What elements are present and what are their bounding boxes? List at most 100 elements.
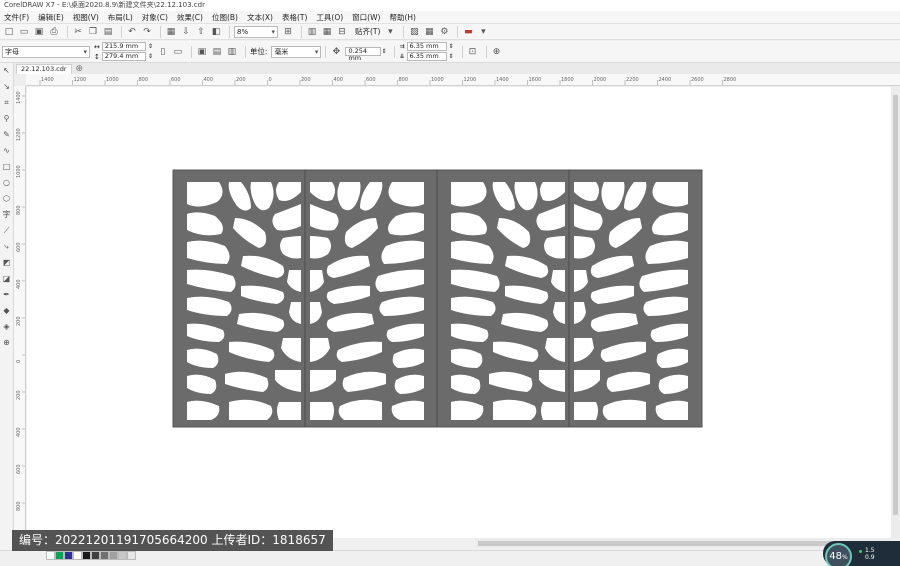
palette-swatch[interactable] — [109, 551, 118, 560]
new-icon[interactable]: □ — [3, 26, 15, 38]
polygon-tool-icon[interactable]: ⬡ — [1, 193, 12, 204]
smart-fill-icon[interactable]: ◈ — [1, 321, 12, 332]
spinner-icon[interactable]: ⇕ — [148, 43, 153, 50]
rectangle-tool-icon[interactable]: □ — [1, 161, 12, 172]
palette-swatch[interactable] — [100, 551, 109, 560]
redo-icon[interactable]: ↷ — [141, 26, 153, 38]
export-icon[interactable]: ⇧ — [195, 26, 207, 38]
all-pages-icon[interactable]: ▣ — [196, 46, 208, 58]
menu-help[interactable]: 帮助(H) — [389, 12, 416, 23]
zoom-tool-icon[interactable]: ⚲ — [1, 113, 12, 124]
add-toolbar-icon[interactable]: ⊕ — [491, 46, 503, 58]
artistic-media-icon[interactable]: ∿ — [1, 145, 12, 156]
palette-swatch[interactable] — [118, 551, 127, 560]
chevron-down-icon[interactable]: ▾ — [384, 26, 396, 38]
freehand-tool-icon[interactable]: ✎ — [1, 129, 12, 140]
welcome-screen-icon[interactable]: ▨ — [408, 26, 420, 38]
save-icon[interactable]: ▣ — [33, 26, 45, 38]
dup-y-row: ⇊ 6.35 mm ⇕ — [399, 52, 454, 61]
color-picker-icon[interactable]: ▬ — [462, 26, 474, 38]
undo-icon[interactable]: ↶ — [126, 26, 138, 38]
palette-swatch[interactable] — [73, 551, 82, 560]
options-icon[interactable]: ⚙ — [438, 26, 450, 38]
application-launcher-icon[interactable]: ▦ — [423, 26, 435, 38]
menu-view[interactable]: 视图(V) — [73, 12, 99, 23]
parallel-dimension-icon[interactable]: ⟋ — [1, 225, 12, 236]
property-bar: 字母 ↔ 215.9 mm ⇕ ↕ 279.4 mm ⇕ ▯ ▭ ▣ ▤ ▥ 单… — [0, 41, 900, 63]
duplicate-x-input[interactable]: 6.35 mm — [406, 42, 447, 51]
color-palette[interactable] — [46, 551, 136, 560]
paste-icon[interactable]: ▤ — [102, 26, 114, 38]
full-screen-icon[interactable]: ⊞ — [282, 26, 294, 38]
nudge-distance-input[interactable]: 0.254 mm — [345, 47, 382, 62]
cpu-usage-gauge: 48% — [825, 543, 852, 566]
document-tab[interactable]: 22.12.103.cdr — [16, 64, 72, 74]
cut-icon[interactable]: ✂ — [72, 26, 84, 38]
menu-text[interactable]: 文本(X) — [247, 12, 273, 23]
menu-window[interactable]: 窗口(W) — [352, 12, 380, 23]
palette-swatch[interactable] — [46, 551, 55, 560]
search-content-icon[interactable]: ▦ — [165, 26, 177, 38]
chevron-down-icon[interactable]: ▾ — [477, 26, 489, 38]
publish-icon[interactable]: ◧ — [210, 26, 222, 38]
duplicate-y-input[interactable]: 6.35 mm — [406, 52, 447, 61]
treat-as-filled-icon[interactable]: ⊡ — [467, 46, 479, 58]
spinner-icon[interactable]: ⇕ — [381, 48, 386, 55]
drop-shadow-icon[interactable]: ◩ — [1, 257, 12, 268]
menu-tools[interactable]: 工具(O) — [316, 12, 343, 23]
show-grid-icon[interactable]: ▦ — [321, 26, 333, 38]
ruler-label: 1000 — [16, 165, 22, 178]
spinner-icon[interactable]: ⇕ — [449, 43, 454, 50]
menu-edit[interactable]: 编辑(E) — [38, 12, 64, 23]
menu-table[interactable]: 表格(T) — [282, 12, 307, 23]
spinner-icon[interactable]: ⇕ — [148, 53, 153, 60]
portrait-icon[interactable]: ▯ — [157, 46, 169, 58]
page-height-input[interactable]: 279.4 mm — [101, 52, 146, 61]
transparency-icon[interactable]: ◪ — [1, 273, 12, 284]
vertical-ruler[interactable]: 1400 1200 1000 800 600 400 200 0 200 400 600 800 — [14, 86, 26, 538]
units-select[interactable]: 毫米 — [271, 45, 322, 58]
menu-object[interactable]: 对象(C) — [142, 12, 168, 23]
page-width-input[interactable]: 215.9 mm — [101, 42, 146, 51]
page-layout-icon[interactable]: ▥ — [226, 46, 238, 58]
paper-preset-select[interactable]: 字母 — [2, 45, 90, 58]
text-tool-icon[interactable]: 字 — [1, 209, 12, 220]
palette-swatch[interactable] — [91, 551, 100, 560]
performance-widget[interactable]: 48% 1.5 0.9 — [823, 541, 900, 566]
zoom-level-select[interactable]: 8% — [234, 25, 278, 38]
menu-file[interactable]: 文件(F) — [4, 12, 29, 23]
print-icon[interactable]: ⎙ — [48, 26, 60, 38]
new-tab-icon[interactable]: ⊕ — [76, 64, 84, 74]
vertical-scrollbar[interactable] — [891, 87, 900, 538]
snap-to-button[interactable]: 贴齐(T) — [355, 26, 380, 37]
drawing-canvas[interactable] — [27, 87, 891, 538]
interactive-fill-icon[interactable]: ◆ — [1, 305, 12, 316]
add-tool-icon[interactable]: ⊕ — [1, 337, 12, 348]
import-icon[interactable]: ⇩ — [180, 26, 192, 38]
ruler-label: 1800 — [561, 77, 574, 83]
landscape-icon[interactable]: ▭ — [172, 46, 184, 58]
menu-effects[interactable]: 效果(C) — [177, 12, 203, 23]
pick-tool-icon[interactable]: ↖ — [1, 65, 12, 76]
menu-bitmaps[interactable]: 位图(B) — [212, 12, 238, 23]
palette-swatch[interactable] — [55, 551, 64, 560]
ruler-origin[interactable] — [14, 74, 26, 86]
shape-tool-icon[interactable]: ↘ — [1, 81, 12, 92]
palette-swatch[interactable] — [127, 551, 136, 560]
horizontal-ruler[interactable]: 1400 1200 1000 800 600 400 200 0 200 400 600 800 100… — [26, 74, 900, 86]
palette-swatch[interactable] — [64, 551, 73, 560]
ellipse-tool-icon[interactable]: ○ — [1, 177, 12, 188]
menu-layout[interactable]: 布局(L) — [108, 12, 133, 23]
ruler-label: 600 — [16, 242, 22, 252]
palette-swatch[interactable] — [82, 551, 91, 560]
scroll-thumb[interactable] — [893, 95, 898, 515]
crop-tool-icon[interactable]: ⌗ — [1, 97, 12, 108]
open-icon[interactable]: ▭ — [18, 26, 30, 38]
spinner-icon[interactable]: ⇕ — [449, 53, 454, 60]
show-guidelines-icon[interactable]: ⊟ — [336, 26, 348, 38]
connector-tool-icon[interactable]: ⤷ — [1, 241, 12, 252]
copy-icon[interactable]: ❐ — [87, 26, 99, 38]
show-rulers-icon[interactable]: ▥ — [306, 26, 318, 38]
current-page-icon[interactable]: ▤ — [211, 46, 223, 58]
eyedropper-icon[interactable]: ✒ — [1, 289, 12, 300]
